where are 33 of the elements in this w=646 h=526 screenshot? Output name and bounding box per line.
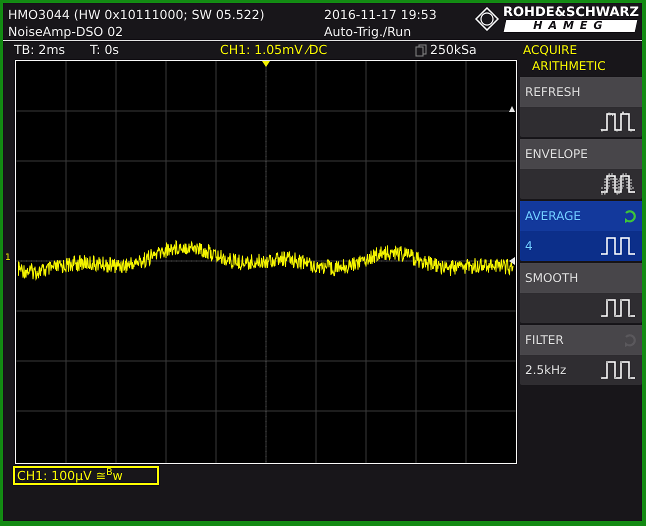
brand-subname: HAMEG [504,20,638,32]
brand-logo-icon [475,7,499,31]
instrument-title: HMO3044 (HW 0x10111000; SW 05.522) [8,6,266,23]
menu-softkey[interactable]: SMOOTH [520,263,642,323]
menu-softkey[interactable]: ENVELOPE [520,139,642,199]
softkey-label: ENVELOPE [525,146,588,163]
pulse-wave-icon [599,110,637,134]
softkey-label: REFRESH [525,84,580,101]
pulse-wave-icon [599,358,637,382]
softkey-label: SMOOTH [525,270,578,287]
softkey-value: 4 [525,238,533,255]
menu-subtitle: ARITHMETIC [532,58,607,74]
date-time: 2016-11-17 19:53 [324,6,438,23]
memory-icon [415,44,427,57]
brand-name: ROHDE&SCHWARZ [503,6,639,20]
channel-setting: CH1: 1.05mV ⁄DC [220,41,328,60]
menu-softkey[interactable]: REFRESH [520,77,642,137]
sample-rate: 250kSa [430,41,477,60]
softkey-label: AVERAGE [525,208,581,225]
channel-marker: 1 [5,253,11,263]
pulse-wave-icon [599,296,637,320]
pulse-wave-icon [599,172,637,196]
softkey-value: 2.5kHz [525,362,566,379]
channel-readout: CH1: 100µV ≅$^{B}$w [13,466,159,485]
trigger-mode: Auto-Trig./Run [324,23,412,40]
trigger-time: T: 0s [90,41,120,60]
timebase: TB: 2ms [14,41,66,60]
trigger-marker-icon [262,61,270,69]
menu-softkey[interactable]: AVERAGE 4 [520,201,642,261]
softkey-label: FILTER [525,332,564,349]
menu-title: ACQUIRE [523,42,578,58]
setup-name: NoiseAmp-DSO 02 [8,23,124,40]
menu-softkey[interactable]: FILTER 2.5kHz [520,325,642,385]
